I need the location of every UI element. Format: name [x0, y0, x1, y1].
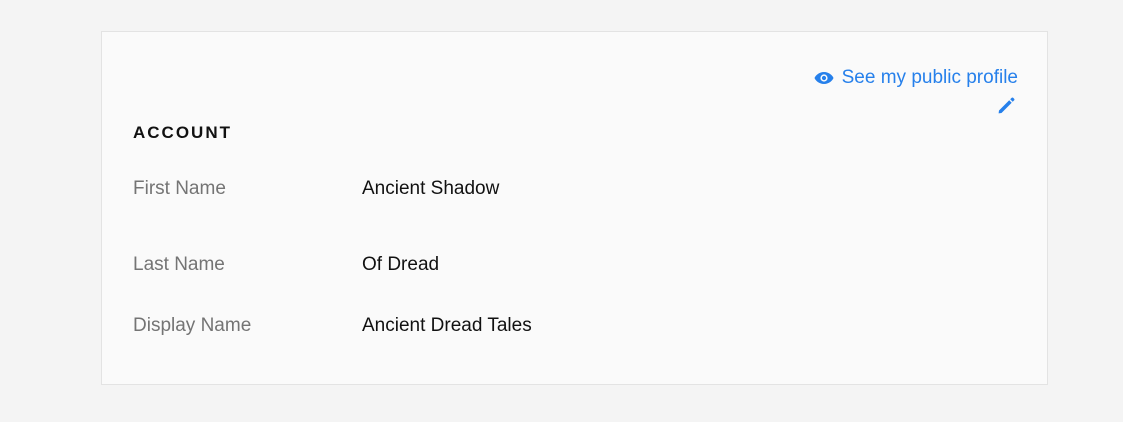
field-row-first-name: First Name Ancient Shadow: [133, 173, 833, 204]
field-label: First Name: [133, 177, 226, 199]
edit-button[interactable]: [996, 96, 1016, 116]
eye-icon: [814, 71, 834, 85]
account-fields: First Name Ancient Shadow Last Name Of D…: [133, 173, 833, 357]
field-label: Display Name: [133, 315, 252, 337]
field-row-display-name: Display Name Ancient Dread Tales: [133, 296, 833, 358]
account-card: See my public profile ACCOUNT First Name…: [101, 31, 1048, 385]
see-public-profile-link[interactable]: See my public profile: [814, 67, 1018, 89]
field-row-last-name: Last Name Of Dread: [133, 234, 833, 296]
field-value: Ancient Dread Tales: [362, 315, 532, 337]
section-title-account: ACCOUNT: [133, 123, 232, 142]
field-value: Ancient Shadow: [362, 177, 500, 199]
field-label: Last Name: [133, 253, 225, 275]
pencil-icon: [996, 97, 1016, 120]
see-public-profile-label: See my public profile: [841, 67, 1018, 88]
field-value: Of Dread: [362, 253, 440, 275]
